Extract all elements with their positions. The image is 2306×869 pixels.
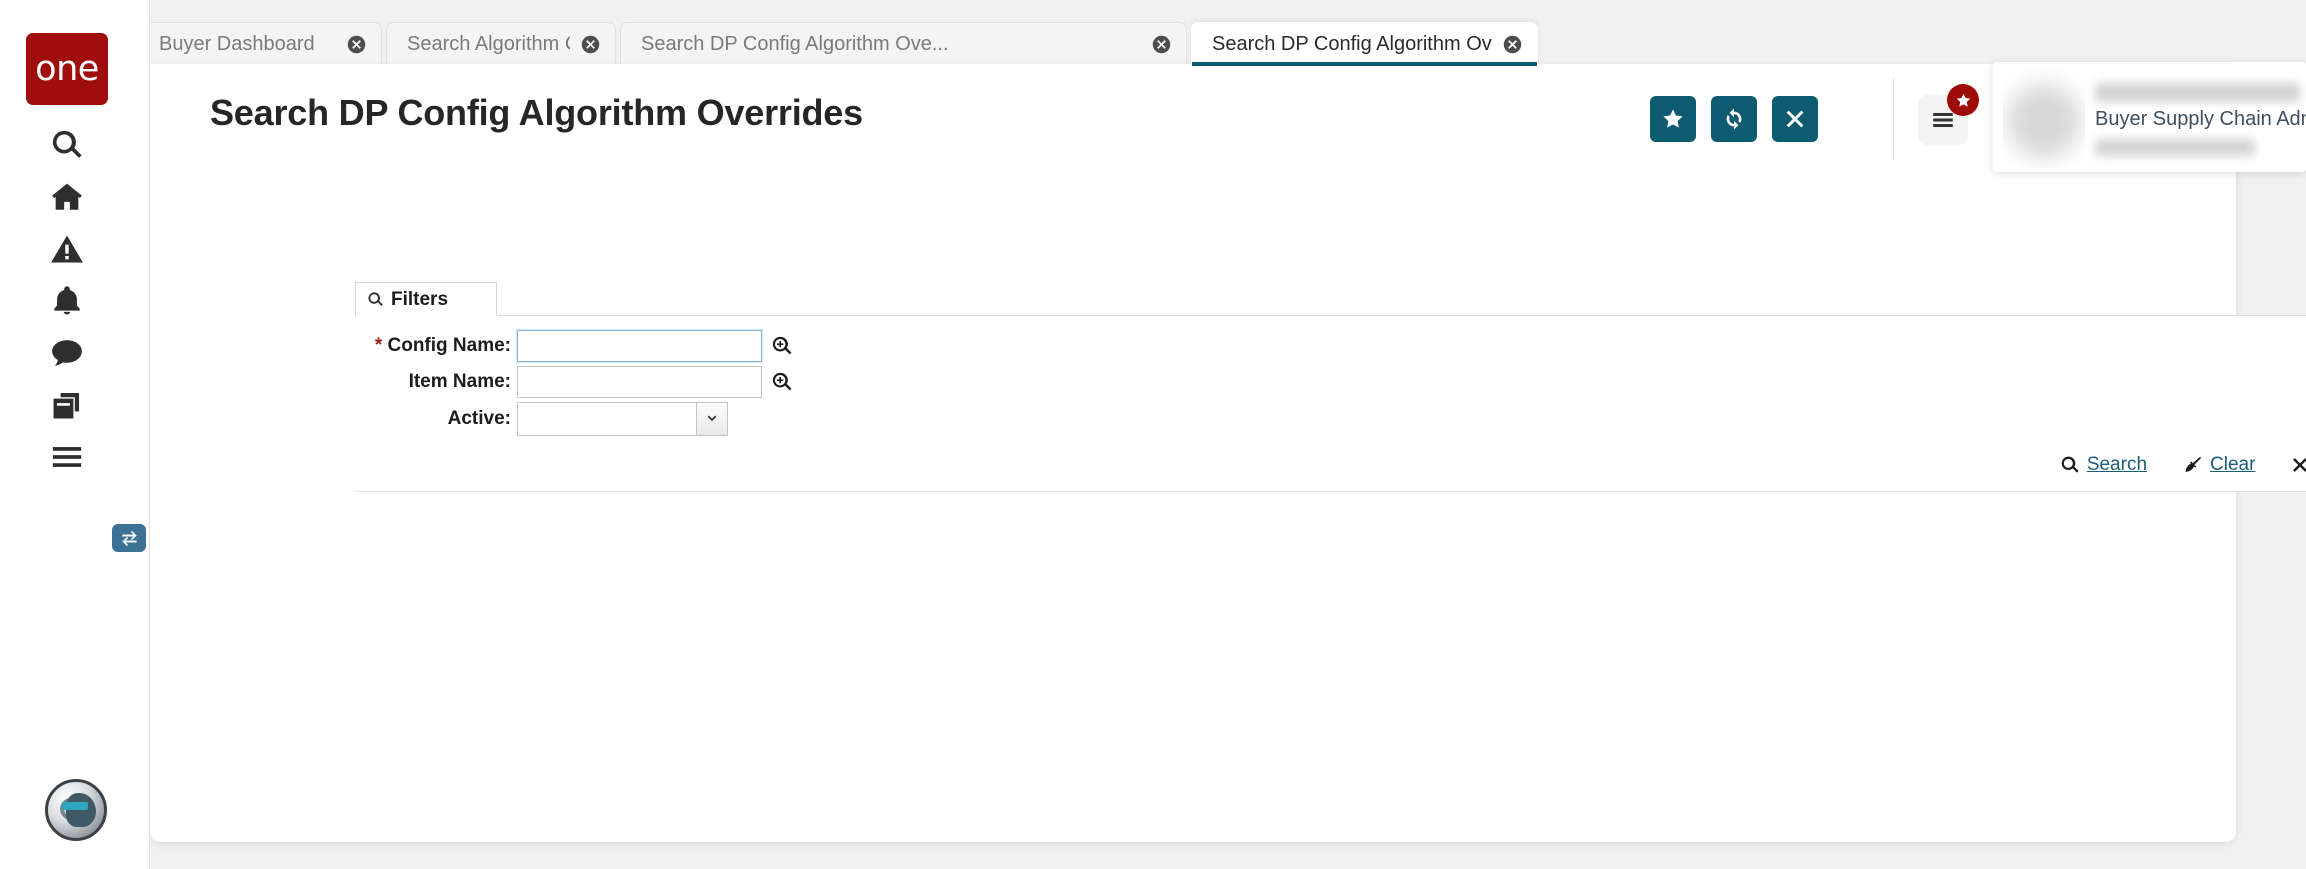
user-org-redacted: [2095, 139, 2255, 156]
tab-search-dp-config-2-active[interactable]: Search DP Config Algorithm Ove...: [1191, 22, 1538, 66]
menu-star-badge: [1947, 84, 1979, 116]
user-role: Buyer Supply Chain Admin: [2095, 108, 2306, 130]
tab-label: Buyer Dashboard: [159, 33, 315, 55]
x-icon: [2291, 456, 2306, 474]
filters-body: * Config Name: Item Name: Active: Search…: [355, 315, 2306, 492]
header-action-buttons: [1650, 96, 1818, 142]
active-select-wrapper: [517, 402, 728, 436]
sidebar-item-messages[interactable]: [41, 327, 93, 379]
magnifier-plus-icon: [771, 371, 793, 393]
search-link-label: Search: [2086, 454, 2148, 475]
left-navigation-rail: one: [0, 0, 150, 869]
magnifier-icon: [2060, 455, 2080, 475]
tab-search-algorithm-competition[interactable]: Search Algorithm Competition C...: [386, 22, 616, 66]
close-circle-icon[interactable]: [580, 34, 601, 55]
sidebar-item-notifications[interactable]: [41, 275, 93, 327]
tab-search-dp-config-1[interactable]: Search DP Config Algorithm Ove...: [620, 22, 1187, 66]
sidebar-item-menu[interactable]: [41, 431, 93, 483]
filters-panel: Filters * Config Name: Item Name: Active…: [355, 282, 2306, 492]
close-circle-icon[interactable]: [346, 34, 367, 55]
close-link[interactable]: Close: [2291, 454, 2306, 476]
filters-actions: Search Clear Close: [2060, 454, 2306, 476]
sidebar-item-issues[interactable]: [41, 223, 93, 275]
close-circle-icon[interactable]: [1502, 34, 1523, 55]
menu-icon: [50, 440, 84, 474]
search-icon: [50, 128, 84, 162]
main-region: Buyer Dashboard Search Algorithm Competi…: [138, 0, 2306, 869]
config-name-input[interactable]: [517, 330, 762, 362]
sidebar-item-search[interactable]: [41, 119, 93, 171]
content-card: Search DP Config Algorithm Overrides Fil…: [150, 64, 2306, 842]
close-circle-icon[interactable]: [1151, 34, 1172, 55]
item-name-input[interactable]: [517, 366, 762, 398]
sidebar-item-home[interactable]: [41, 171, 93, 223]
avatar[interactable]: [2003, 66, 2085, 168]
swap-context-button[interactable]: [112, 524, 146, 552]
search-link[interactable]: Search: [2060, 454, 2147, 476]
active-select[interactable]: [517, 402, 728, 436]
tab-label: Search Algorithm Competition C...: [407, 33, 570, 55]
application-window: one Buyer Dashboard Search Algorithm Sea…: [0, 0, 2306, 869]
notifications-icon: [50, 284, 84, 318]
alerts-icon: [50, 232, 84, 266]
field-row-active: Active:: [355, 402, 728, 436]
x-icon: [1784, 108, 1806, 130]
search-icon: [367, 291, 384, 308]
tab-buyer-dashboard[interactable]: Buyer Dashboard: [138, 22, 382, 66]
star-icon: [1661, 107, 1685, 131]
filters-tab-label: Filters: [391, 288, 449, 310]
refresh-button[interactable]: [1711, 96, 1757, 142]
avatar-image-blurred: [2007, 84, 2081, 158]
field-row-config-name: * Config Name:: [355, 330, 794, 362]
close-page-button[interactable]: [1772, 96, 1818, 142]
header-divider: [1893, 78, 1894, 160]
swap-arrows-icon: [120, 529, 139, 548]
windows-icon: [50, 388, 84, 422]
config-name-label-text: Config Name:: [387, 335, 512, 356]
filters-tab-header[interactable]: Filters: [355, 282, 497, 316]
page-title: Search DP Config Algorithm Overrides: [210, 92, 863, 133]
active-label: Active:: [447, 408, 511, 429]
user-name-redacted: [2095, 83, 2300, 102]
ai-assistant-avatar[interactable]: [45, 779, 107, 841]
item-name-label: Item Name:: [408, 371, 511, 392]
field-row-item-name: Item Name:: [355, 366, 794, 398]
favorite-button[interactable]: [1650, 96, 1696, 142]
assistant-head-decoration: [62, 793, 96, 827]
star-icon: [1955, 92, 1972, 109]
clear-link-label: Clear: [2210, 454, 2256, 475]
sidebar-item-windows[interactable]: [41, 379, 93, 431]
tab-label: Search DP Config Algorithm Ove...: [1212, 33, 1492, 55]
filters-divider: [355, 491, 2306, 492]
tab-label: Search DP Config Algorithm Ove...: [641, 33, 949, 55]
config-name-label: * Config Name:: [355, 335, 517, 357]
required-indicator: *: [374, 335, 383, 356]
clear-link[interactable]: Clear: [2183, 454, 2255, 476]
home-icon: [50, 180, 84, 214]
config-name-lookup-button[interactable]: [770, 334, 794, 358]
refresh-icon: [1722, 107, 1746, 131]
magnifier-plus-icon: [771, 335, 793, 357]
logo-text: one: [35, 48, 99, 89]
broom-icon: [2183, 455, 2203, 475]
messages-icon: [50, 336, 84, 370]
tab-strip: Buyer Dashboard Search Algorithm Competi…: [138, 0, 2306, 66]
item-name-lookup-button[interactable]: [770, 370, 794, 394]
one-network-logo[interactable]: one: [26, 33, 108, 105]
